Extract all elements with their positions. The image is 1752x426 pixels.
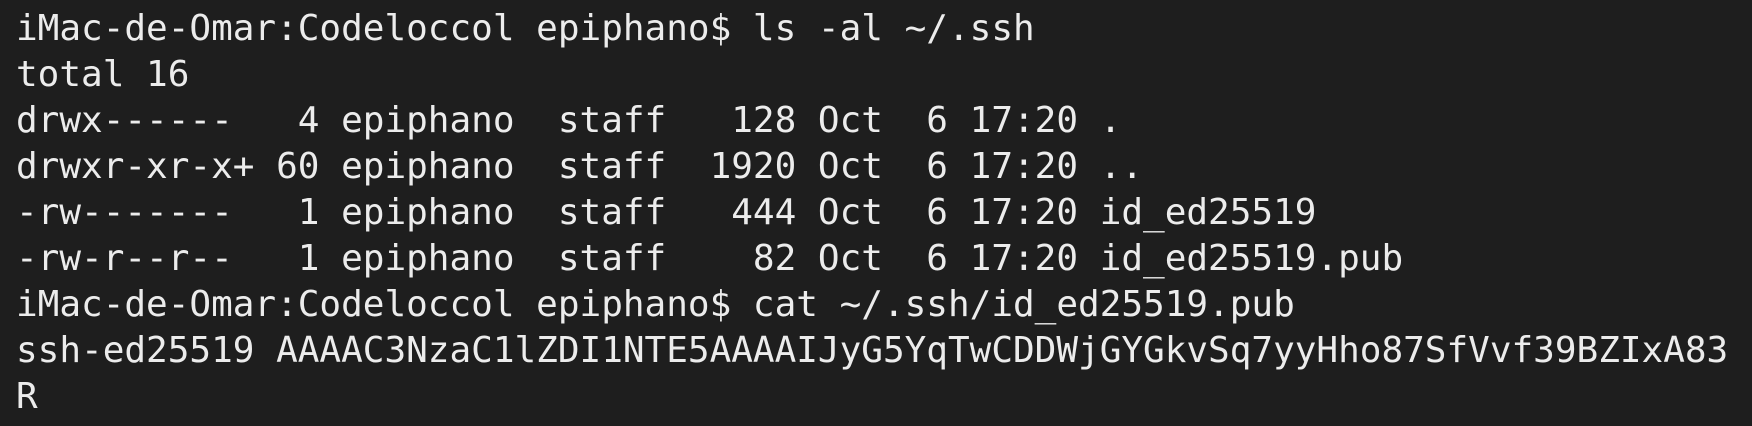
listing-row-private-key: -rw------- 1 epiphano staff 444 Oct 6 17… xyxy=(16,192,1317,233)
listing-row-current-dir: drwx------ 4 epiphano staff 128 Oct 6 17… xyxy=(16,100,1122,141)
terminal-output: iMac-de-Omar:Codeloccol epiphano$ ls -al… xyxy=(16,6,1752,420)
listing-row-public-key: -rw-r--r-- 1 epiphano staff 82 Oct 6 17:… xyxy=(16,238,1404,279)
public-key-output-continued: R xyxy=(16,376,38,417)
terminal-window[interactable]: iMac-de-Omar:Codeloccol epiphano$ ls -al… xyxy=(0,0,1752,426)
listing-row-parent-dir: drwxr-xr-x+ 60 epiphano staff 1920 Oct 6… xyxy=(16,146,1144,187)
output-total: total 16 xyxy=(16,54,190,95)
command-line-cat: iMac-de-Omar:Codeloccol epiphano$ cat ~/… xyxy=(16,284,1295,325)
public-key-output: ssh-ed25519 AAAAC3NzaC1lZDI1NTE5AAAAIJyG… xyxy=(16,330,1729,371)
command-line-ls: iMac-de-Omar:Codeloccol epiphano$ ls -al… xyxy=(16,8,1035,49)
